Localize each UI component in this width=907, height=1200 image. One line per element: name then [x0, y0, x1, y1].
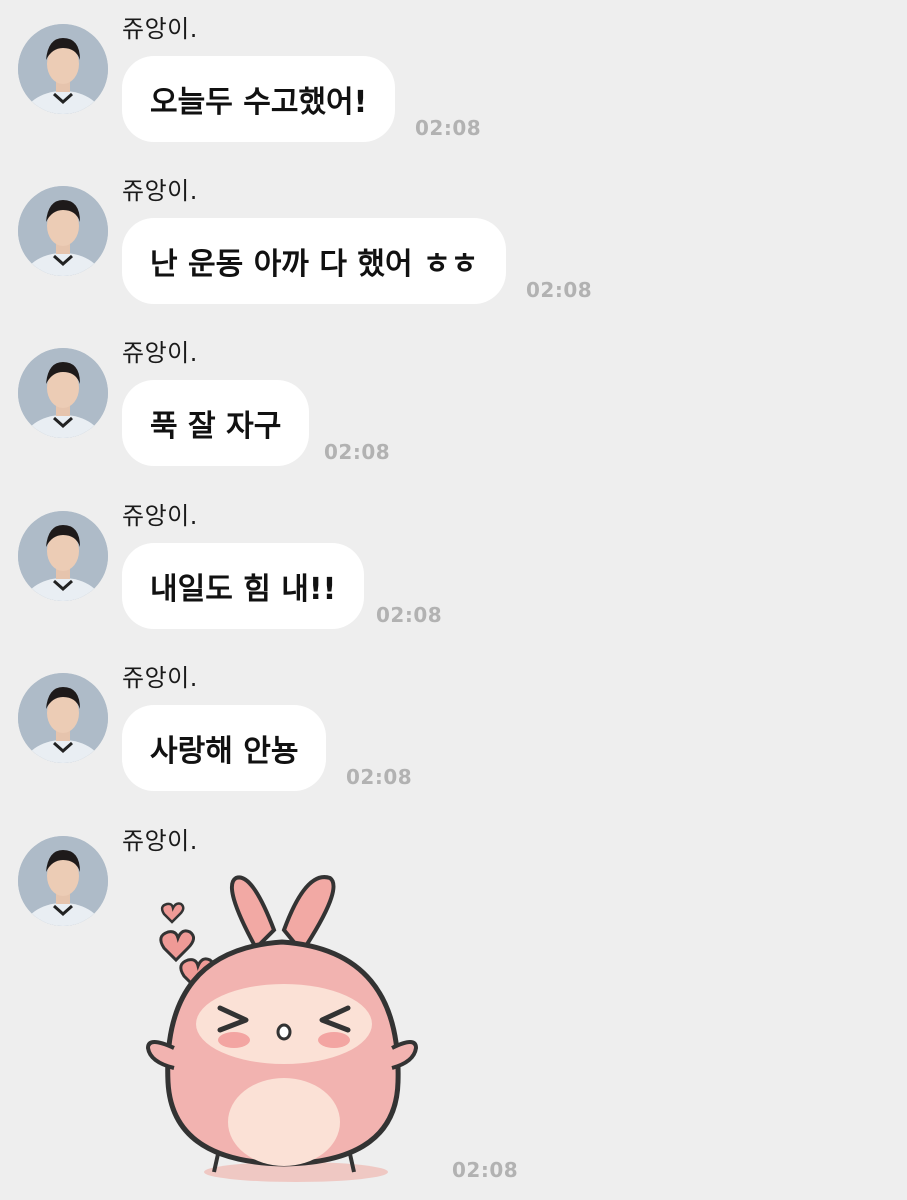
sender-name: 쥬앙이.	[122, 502, 198, 530]
sender-name: 쥬앙이.	[122, 15, 198, 43]
message-time: 02:08	[324, 440, 391, 464]
message-bubble[interactable]: 오늘두 수고했어!	[122, 56, 396, 142]
message-time: 02:08	[452, 1158, 519, 1182]
pink-bunny-sticker[interactable]	[134, 872, 424, 1184]
avatar[interactable]	[18, 186, 108, 276]
message-bubble[interactable]: 사랑해 안뇽	[122, 705, 327, 791]
message-time: 02:08	[376, 603, 443, 627]
message-time: 02:08	[526, 278, 593, 302]
sender-name: 쥬앙이.	[122, 827, 198, 855]
chat-screen: { "chat": { "messages": [ {"sender": "쥬앙…	[0, 0, 907, 1200]
avatar[interactable]	[18, 24, 108, 114]
message-bubble[interactable]: 내일도 힘 내!!	[122, 543, 365, 629]
avatar[interactable]	[18, 511, 108, 601]
message-bubble[interactable]: 난 운동 아까 다 했어 ㅎㅎ	[122, 218, 507, 304]
sender-name: 쥬앙이.	[122, 339, 198, 367]
message-time: 02:08	[415, 116, 482, 140]
message-bubble[interactable]: 푹 잘 자구	[122, 380, 310, 466]
sender-name: 쥬앙이.	[122, 664, 198, 692]
sender-name: 쥬앙이.	[122, 177, 198, 205]
avatar[interactable]	[18, 673, 108, 763]
avatar[interactable]	[18, 836, 108, 926]
message-time: 02:08	[346, 765, 413, 789]
avatar[interactable]	[18, 348, 108, 438]
